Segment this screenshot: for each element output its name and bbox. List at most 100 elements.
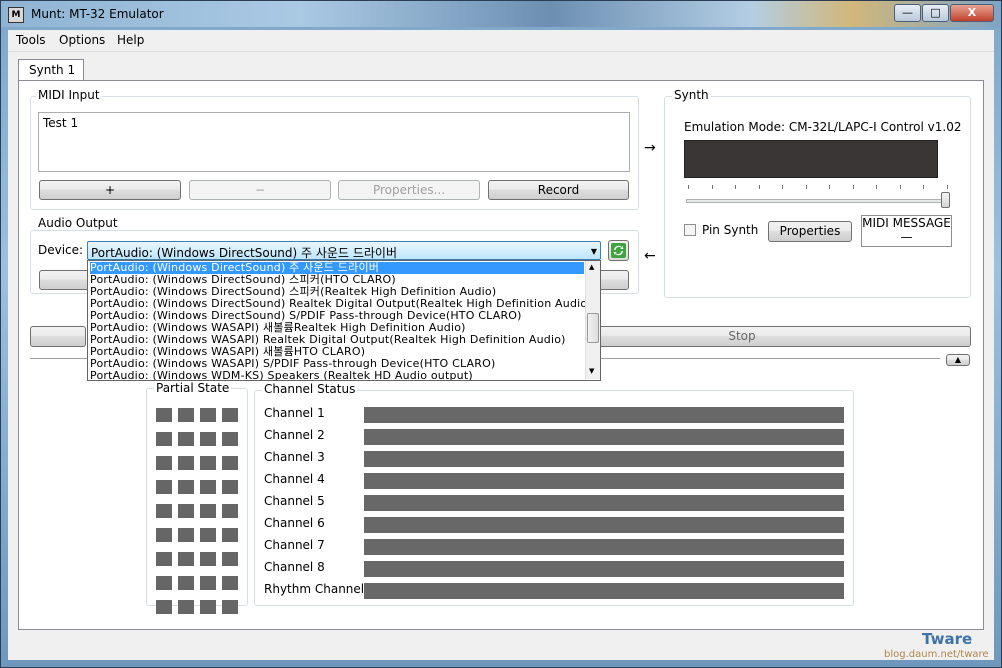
partial-cell: [156, 504, 172, 518]
slider-tick: [923, 185, 924, 189]
partial-cell: [156, 528, 172, 542]
channel-activity-bar: [364, 517, 844, 533]
slider-tick: [711, 185, 713, 189]
collapse-button[interactable]: ▲: [946, 354, 970, 366]
refresh-devices-button[interactable]: [608, 240, 629, 261]
device-dropdown-list[interactable]: PortAudio: (Windows DirectSound) 주 사운드 드…: [87, 260, 601, 381]
record-button[interactable]: Record: [488, 180, 629, 200]
partial-cell: [200, 576, 216, 590]
emulation-mode-label: Emulation Mode: CM-32L/LAPC-I Control v1…: [684, 120, 962, 134]
partial-cell: [222, 600, 238, 614]
device-option[interactable]: PortAudio: (Windows WDM-KS) Speakers (Re…: [90, 370, 580, 381]
device-select-value: PortAudio: (Windows DirectSound) 주 사운드 드…: [91, 246, 397, 260]
midi-input-title: MIDI Input: [36, 88, 102, 102]
slider-tick: [735, 185, 736, 189]
synth-title: Synth: [672, 88, 711, 102]
channel-label: Channel 5: [264, 494, 325, 508]
window-title: Munt: MT-32 Emulator: [31, 7, 164, 21]
partial-cell: [178, 600, 194, 614]
left-arrow: ←: [644, 248, 656, 264]
partial-cell: [178, 576, 194, 590]
partial-cell: [200, 528, 216, 542]
app-icon: M: [8, 7, 24, 23]
synth-properties-button[interactable]: Properties: [768, 221, 852, 242]
channel-label: Channel 3: [264, 450, 325, 464]
partial-cell: [178, 504, 194, 518]
scroll-up-icon[interactable]: ▲: [589, 263, 594, 271]
partial-cell: [156, 480, 172, 494]
chevron-down-icon[interactable]: ▼: [591, 247, 597, 256]
channel-activity-bar: [364, 583, 844, 599]
scrollbar-thumb[interactable]: [587, 313, 599, 343]
partial-cell: [178, 528, 194, 542]
partial-cell: [222, 552, 238, 566]
channel-activity-bar: [364, 473, 844, 489]
remove-midi-input-button[interactable]: −: [189, 180, 331, 200]
pin-synth-label: Pin Synth: [702, 223, 759, 237]
slider-tick: [946, 185, 948, 189]
midi-message-label: MIDI MESSAGE: [862, 216, 951, 230]
partial-state-title: Partial State: [154, 381, 232, 395]
slider-tick: [829, 185, 830, 189]
pin-synth-checkbox[interactable]: [684, 224, 696, 236]
menu-options[interactable]: Options: [59, 33, 105, 47]
channel-label: Channel 4: [264, 472, 325, 486]
volume-slider[interactable]: [686, 199, 950, 203]
channel-label: Channel 8: [264, 560, 325, 574]
watermark-name: Tware: [922, 630, 973, 648]
channel-label: Channel 6: [264, 516, 325, 530]
partial-cell: [200, 408, 216, 422]
channel-label: Channel 2: [264, 428, 325, 442]
watermark-url: blog.daum.net/tware: [884, 649, 989, 660]
slider-tick: [899, 185, 901, 189]
close-button[interactable]: X: [950, 4, 994, 22]
menu-tools[interactable]: Tools: [16, 33, 46, 47]
partial-cell: [178, 552, 194, 566]
partial-cell: [178, 408, 194, 422]
menu-help[interactable]: Help: [117, 33, 144, 47]
volume-slider-thumb[interactable]: [941, 192, 950, 208]
audio-output-title: Audio Output: [36, 216, 120, 230]
partial-cell: [200, 432, 216, 446]
slider-tick: [782, 185, 783, 189]
partial-cell: [156, 576, 172, 590]
slider-tick: [688, 185, 689, 189]
partial-cell: [222, 432, 238, 446]
play-button[interactable]: [30, 326, 86, 347]
title-bar[interactable]: M Munt: MT-32 Emulator — □ X: [1, 1, 1001, 27]
partial-cell: [200, 552, 216, 566]
slider-tick: [805, 185, 807, 189]
partial-cell: [156, 552, 172, 566]
maximize-button[interactable]: □: [922, 4, 949, 22]
partial-cell: [200, 600, 216, 614]
dropdown-scrollbar[interactable]: ▲ ▼: [585, 261, 600, 379]
add-midi-input-button[interactable]: +: [39, 180, 181, 200]
client-area: Tools Options Help Synth 1 MIDI Input Te…: [8, 30, 994, 660]
partial-cell: [222, 408, 238, 422]
partial-cell: [222, 528, 238, 542]
midi-input-list[interactable]: Test 1: [38, 112, 630, 172]
refresh-icon: [611, 243, 626, 258]
partial-cell: [200, 456, 216, 470]
midi-input-list-item[interactable]: Test 1: [43, 116, 78, 130]
channel-status-title: Channel Status: [262, 382, 358, 396]
channel-activity-bar: [364, 429, 844, 445]
partial-cell: [178, 456, 194, 470]
device-label: Device:: [38, 243, 84, 257]
scroll-down-icon[interactable]: ▼: [589, 367, 594, 375]
partial-cell: [222, 480, 238, 494]
audio-output-button-right[interactable]: [598, 270, 629, 290]
partial-cell: [222, 576, 238, 590]
partial-cell: [222, 456, 238, 470]
partial-cell: [200, 480, 216, 494]
lcd-display: [684, 140, 938, 178]
channel-label: Channel 7: [264, 538, 325, 552]
device-select[interactable]: PortAudio: (Windows DirectSound) 주 사운드 드…: [87, 241, 601, 260]
slider-tick: [852, 185, 854, 189]
minimize-button[interactable]: —: [894, 4, 921, 22]
tab-synth-1[interactable]: Synth 1: [18, 59, 84, 81]
partial-cell: [178, 480, 194, 494]
channel-activity-bar: [364, 495, 844, 511]
midi-input-properties-button[interactable]: Properties...: [338, 180, 480, 200]
channel-activity-bar: [364, 451, 844, 467]
